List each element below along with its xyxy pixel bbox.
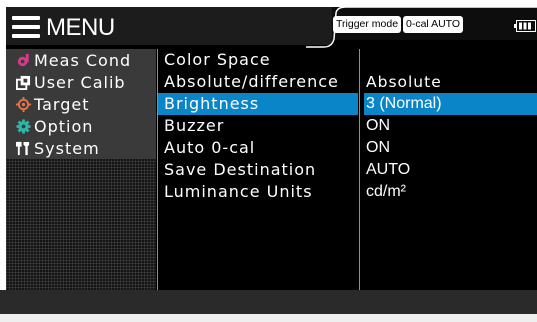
sidebar-item-target[interactable]: Target bbox=[6, 93, 156, 115]
trigger-mode-badge: Trigger mode bbox=[333, 16, 402, 33]
device-screen: MENU Trigger mode 0-cal AUTO Meas Cond U… bbox=[6, 7, 537, 297]
footer-edge bbox=[0, 314, 537, 322]
menu-item-absolute-difference[interactable]: Absolute/difference bbox=[158, 71, 358, 93]
sidebar-item-system[interactable]: System bbox=[6, 137, 156, 159]
menu-item-luminance-units[interactable]: Luminance Units bbox=[158, 181, 358, 203]
sidebar-item-meas-cond[interactable]: Meas Cond bbox=[6, 49, 156, 71]
sidebar-item-label: Option bbox=[34, 116, 94, 136]
value-auto-0-cal: ON bbox=[366, 139, 390, 156]
menu-title: MENU bbox=[46, 14, 115, 41]
value-luminance-units: cd/m² bbox=[366, 183, 406, 200]
menu-item-color-space[interactable]: Color Space bbox=[158, 49, 358, 71]
value-brightness[interactable]: 3 (Normal) bbox=[364, 93, 537, 115]
hamburger-menu-icon[interactable] bbox=[12, 16, 40, 38]
target-icon bbox=[16, 96, 31, 112]
menu-item-brightness[interactable]: Brightness bbox=[158, 93, 358, 115]
menu-item-save-destination[interactable]: Save Destination bbox=[158, 159, 358, 181]
option-gear-icon bbox=[16, 118, 31, 134]
sidebar-item-option[interactable]: Option bbox=[6, 115, 156, 137]
sidebar-item-label: Target bbox=[34, 94, 90, 114]
category-sidebar: Meas Cond User Calib Target Option Syste… bbox=[6, 49, 156, 297]
column-divider bbox=[359, 49, 360, 297]
zero-cal-badge: 0-cal AUTO bbox=[403, 16, 464, 33]
sidebar-item-label: System bbox=[34, 138, 100, 158]
menu-item-auto-0-cal[interactable]: Auto 0-cal bbox=[158, 137, 358, 159]
menu-item-buzzer[interactable]: Buzzer bbox=[158, 115, 358, 137]
sidebar-item-user-calib[interactable]: User Calib bbox=[6, 71, 156, 93]
battery-icon bbox=[514, 20, 536, 32]
value-absolute-difference: Absolute bbox=[366, 73, 442, 91]
user-calib-icon bbox=[16, 75, 31, 90]
value-save-destination: AUTO bbox=[366, 161, 411, 178]
meas-cond-icon bbox=[17, 53, 29, 66]
system-tools-icon bbox=[16, 141, 30, 155]
sidebar-item-label: User Calib bbox=[34, 72, 126, 92]
value-buzzer: ON bbox=[366, 117, 390, 134]
sidebar-item-label: Meas Cond bbox=[34, 50, 132, 70]
